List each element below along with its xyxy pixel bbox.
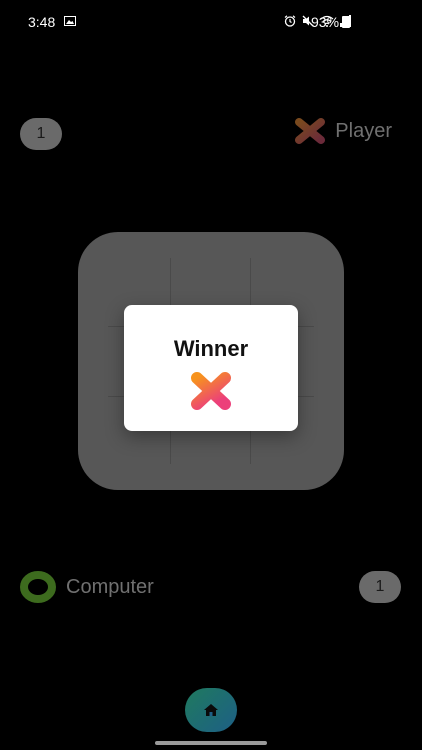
x-mark-icon <box>191 372 231 410</box>
computer-indicator: Computer <box>20 571 154 603</box>
winner-dialog[interactable]: Winner <box>124 305 298 431</box>
o-mark-icon <box>20 571 56 603</box>
home-button[interactable] <box>185 688 237 732</box>
computer-score-badge: 1 <box>359 571 401 603</box>
player-indicator: Player <box>295 118 392 144</box>
player-score-badge: 1 <box>20 118 62 150</box>
home-icon <box>204 704 218 716</box>
winner-title: Winner <box>173 336 249 361</box>
computer-label: Computer <box>66 575 154 598</box>
gesture-bar[interactable] <box>155 741 267 745</box>
player-label: Player <box>335 119 392 142</box>
x-mark-icon <box>295 118 326 144</box>
